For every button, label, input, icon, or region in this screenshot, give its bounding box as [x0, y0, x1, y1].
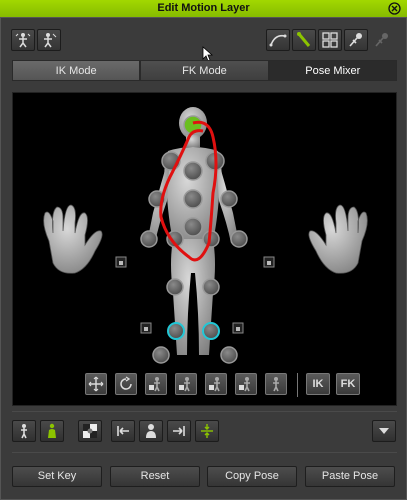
left-toe-joint[interactable]	[152, 346, 170, 364]
move-icon	[88, 376, 104, 392]
dropdown-button[interactable]	[372, 420, 396, 442]
chest-joint[interactable]	[183, 161, 203, 181]
figure-icon	[21, 424, 27, 439]
rotate-icon	[120, 376, 132, 390]
expand-button[interactable]	[195, 420, 219, 442]
lock-icon[interactable]	[140, 322, 152, 334]
lock-figure-button[interactable]	[205, 373, 227, 395]
tab-fk-mode[interactable]: FK Mode	[140, 60, 269, 81]
right-hand[interactable]	[308, 204, 368, 274]
lock-icon[interactable]	[263, 256, 275, 268]
rotate-button[interactable]	[115, 373, 137, 395]
mode-tabs: IK Mode FK Mode Pose Mixer	[12, 60, 397, 81]
flip-pose-icon	[44, 33, 57, 48]
figure-button[interactable]	[265, 373, 287, 395]
lock-figure-button[interactable]	[145, 373, 167, 395]
grid-select-button[interactable]	[318, 29, 342, 51]
figure-icon	[273, 377, 279, 392]
lock-figure-icon	[239, 377, 250, 392]
flip-pose-button[interactable]	[37, 29, 61, 51]
body-picker-stage: IK FK	[12, 92, 397, 406]
pin-disabled-button[interactable]	[370, 29, 394, 51]
right-elbow-joint[interactable]	[220, 190, 238, 208]
lock-figure-icon	[209, 377, 220, 392]
step-back-button[interactable]	[111, 420, 135, 442]
lock-figure-icon	[149, 377, 160, 392]
body-figure	[43, 107, 368, 364]
step-back-icon	[117, 426, 129, 436]
lock-figure-button[interactable]	[175, 373, 197, 395]
right-wrist-joint[interactable]	[230, 230, 248, 248]
figure-selected-button[interactable]	[40, 420, 64, 442]
lock-icon[interactable]	[232, 322, 244, 334]
spine-joint[interactable]	[183, 189, 203, 209]
bone-select-button[interactable]	[292, 29, 316, 51]
step-forward-button[interactable]	[167, 420, 191, 442]
right-knee-joint[interactable]	[202, 278, 220, 296]
step-forward-icon	[173, 426, 185, 436]
tab-pose-mixer[interactable]: Pose Mixer	[268, 60, 397, 81]
person-icon	[146, 424, 156, 438]
set-key-button[interactable]: Set Key	[12, 466, 102, 487]
reset-button[interactable]: Reset	[110, 466, 200, 487]
close-icon[interactable]	[388, 2, 401, 15]
curve-button[interactable]	[266, 29, 290, 51]
mirror-pose-icon	[15, 33, 31, 48]
left-ankle-joint[interactable]	[167, 322, 185, 340]
window-title: Edit Motion Layer	[157, 2, 250, 14]
ik-button[interactable]: IK	[306, 373, 330, 395]
pin-button[interactable]	[344, 29, 368, 51]
expand-icon	[201, 424, 213, 438]
curve-icon	[269, 34, 287, 47]
pelvis-joint[interactable]	[183, 217, 203, 237]
fk-button[interactable]: FK	[336, 373, 360, 395]
figure-view-button[interactable]	[12, 420, 36, 442]
figure-selected-icon	[48, 423, 56, 438]
grid-select-icon	[322, 32, 338, 48]
lock-figure-icon	[179, 377, 190, 392]
checker-button[interactable]	[78, 420, 102, 442]
copy-pose-button[interactable]: Copy Pose	[207, 466, 297, 487]
title-bar: Edit Motion Layer	[0, 0, 407, 17]
divider	[12, 411, 397, 412]
left-hand[interactable]	[43, 204, 103, 274]
divider	[12, 452, 397, 453]
left-wrist-joint[interactable]	[140, 230, 158, 248]
separator	[297, 373, 298, 397]
tab-ik-mode[interactable]: IK Mode	[12, 60, 141, 81]
bone-select-icon	[297, 32, 311, 47]
right-toe-joint[interactable]	[220, 346, 238, 364]
checker-icon	[83, 424, 97, 438]
mirror-pose-button[interactable]	[11, 29, 35, 51]
pin-icon	[349, 33, 362, 47]
pin-disabled-icon	[375, 33, 388, 47]
left-knee-joint[interactable]	[166, 278, 184, 296]
lock-icon[interactable]	[115, 256, 127, 268]
paste-pose-button[interactable]: Paste Pose	[305, 466, 395, 487]
lock-figure-button[interactable]	[235, 373, 257, 395]
right-ankle-joint[interactable]	[202, 322, 220, 340]
dropdown-arrow-icon	[379, 428, 389, 434]
move-button[interactable]	[85, 373, 107, 395]
person-button[interactable]	[139, 420, 163, 442]
